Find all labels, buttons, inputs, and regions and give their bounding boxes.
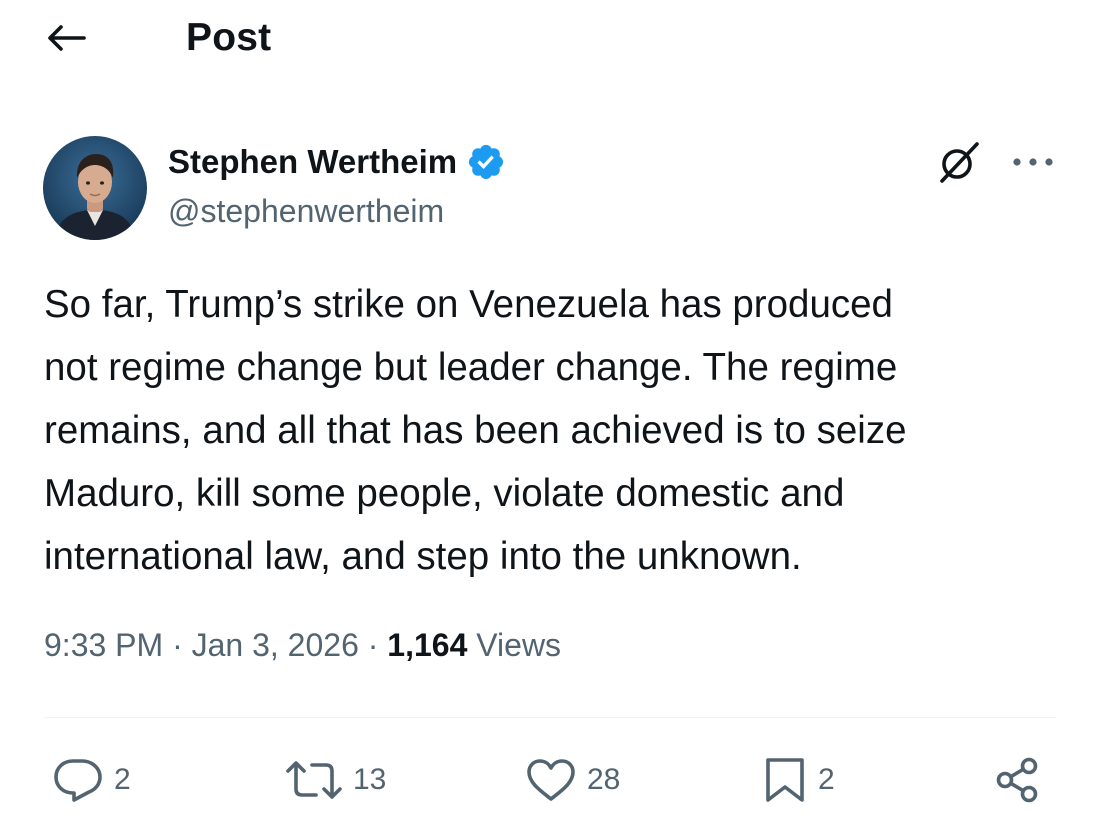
- post-date[interactable]: Jan 3, 2026: [192, 627, 359, 663]
- page-title: Post: [186, 16, 272, 59]
- bookmark-count: 2: [818, 763, 835, 796]
- avatar[interactable]: [43, 136, 147, 240]
- repost-icon: [286, 761, 342, 799]
- author-handle[interactable]: @stephenwertheim: [168, 193, 444, 230]
- reply-button[interactable]: 2: [52, 755, 131, 805]
- divider: [44, 717, 1056, 718]
- post-meta: 9:33 PM · Jan 3, 2026 · 1,164 Views: [44, 627, 561, 664]
- more-dots-icon: [1013, 158, 1053, 166]
- like-count: 28: [587, 763, 621, 796]
- repost-count: 13: [353, 763, 387, 796]
- repost-button[interactable]: 13: [285, 755, 386, 805]
- share-icon: [996, 757, 1038, 803]
- more-options-button[interactable]: [1008, 142, 1058, 182]
- reply-icon: [54, 759, 102, 802]
- bookmark-icon: [766, 758, 804, 802]
- reply-count: 2: [114, 763, 131, 796]
- share-button[interactable]: [993, 755, 1041, 805]
- views-label: Views: [476, 627, 562, 663]
- back-button[interactable]: [44, 18, 88, 58]
- author-name-row: Stephen Wertheim: [168, 140, 506, 184]
- grok-button[interactable]: [930, 136, 986, 188]
- verified-badge-icon: [466, 142, 506, 182]
- author-display-name[interactable]: Stephen Wertheim: [168, 143, 457, 181]
- meta-separator: ·: [367, 627, 379, 663]
- top-bar: Post: [0, 0, 1100, 80]
- bookmark-button[interactable]: 2: [762, 755, 835, 805]
- views-count: 1,164: [387, 627, 468, 663]
- grok-icon: [940, 142, 979, 183]
- like-button[interactable]: 28: [525, 755, 620, 805]
- arrow-left-icon: [48, 25, 86, 51]
- post-text: So far, Trump’s strike on Venezuela has …: [44, 283, 907, 578]
- heart-icon: [527, 759, 575, 801]
- meta-separator: ·: [172, 627, 183, 663]
- post-time[interactable]: 9:33 PM: [44, 627, 163, 663]
